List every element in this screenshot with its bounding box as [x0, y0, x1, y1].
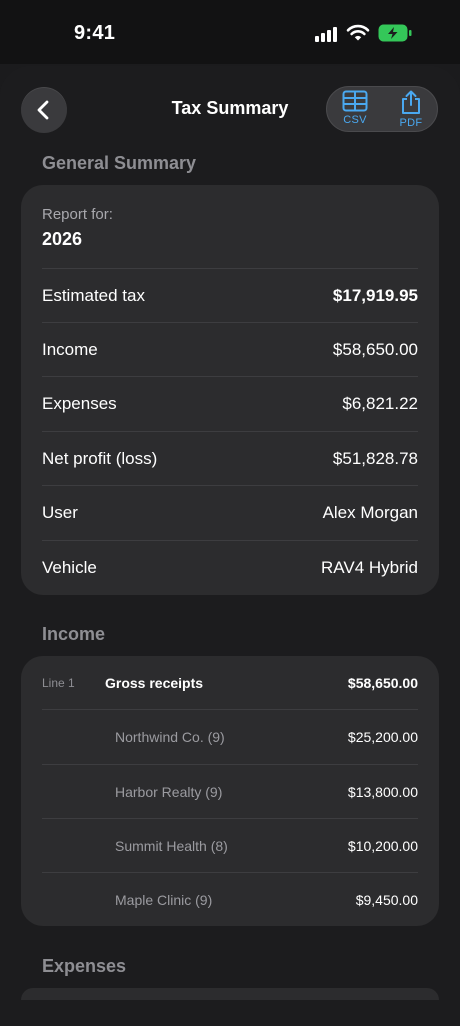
income-line-value: $58,650.00	[347, 675, 418, 691]
summary-row-estimated-tax: Estimated tax $17,919.95	[42, 268, 418, 322]
summary-row-value: $6,821.22	[342, 394, 418, 413]
export-csv-label: CSV	[343, 114, 367, 126]
income-source-label: Northwind Co. (9)	[115, 729, 225, 745]
expenses-heading: Expenses	[42, 956, 127, 976]
summary-row-net-profit: Net profit (loss) $51,828.78	[42, 431, 418, 485]
table-icon	[327, 90, 383, 117]
summary-row-value: RAV4 Hybrid	[321, 558, 418, 577]
income-source-label: Maple Clinic (9)	[115, 892, 213, 908]
general-summary-card: Report for: 2026 Estimated tax $17,919.9…	[21, 185, 439, 595]
export-pdf-label: PDF	[399, 117, 423, 129]
wifi-icon	[346, 24, 370, 42]
summary-row-value: $51,828.78	[332, 449, 418, 468]
income-source-row[interactable]: Harbor Realty (9) $13,800.00	[42, 764, 418, 818]
income-source-value: $25,200.00	[347, 729, 418, 745]
summary-row-value: Alex Morgan	[322, 503, 418, 522]
summary-row-income: Income $58,650.00	[42, 322, 418, 376]
summary-row-vehicle: Vehicle RAV4 Hybrid	[42, 540, 418, 594]
income-heading: Income	[42, 624, 106, 644]
summary-row-expenses: Expenses $6,821.22	[42, 376, 418, 430]
line-number: Line 1	[42, 676, 75, 690]
export-pdf-button[interactable]: PDF	[383, 87, 439, 133]
report-for-label: Report for:	[42, 206, 113, 223]
income-source-row[interactable]: Northwind Co. (9) $25,200.00	[42, 709, 418, 763]
income-card: Line 1 Gross receipts $58,650.00 Northwi…	[21, 656, 439, 926]
income-source-row[interactable]: Summit Health (8) $10,200.00	[42, 818, 418, 872]
income-source-label: Harbor Realty (9)	[115, 784, 223, 800]
cellular-signal-icon	[315, 27, 339, 42]
status-time: 9:41	[74, 22, 116, 44]
income-source-value: $9,450.00	[355, 892, 418, 908]
summary-row-label: User	[42, 503, 78, 522]
summary-row-user: User Alex Morgan	[42, 485, 418, 539]
status-bar: 9:41	[0, 0, 460, 64]
expenses-card	[21, 988, 439, 1000]
income-line-gross-receipts[interactable]: Line 1 Gross receipts $58,650.00	[42, 656, 418, 710]
income-source-label: Summit Health (8)	[115, 838, 228, 854]
battery-charging-icon	[378, 24, 412, 42]
export-csv-button[interactable]: CSV	[327, 87, 383, 133]
income-line-label: Gross receipts	[105, 675, 204, 691]
summary-row-value: $58,650.00	[332, 340, 418, 359]
summary-row-label: Expenses	[42, 394, 117, 413]
summary-row-label: Income	[42, 340, 98, 359]
summary-row-label: Vehicle	[42, 558, 97, 577]
summary-row-value: $17,919.95	[332, 286, 418, 305]
income-source-value: $13,800.00	[347, 784, 418, 800]
summary-row-label: Net profit (loss)	[42, 449, 158, 468]
general-summary-heading: General Summary	[42, 153, 197, 173]
summary-row-label: Estimated tax	[42, 286, 145, 305]
export-button-group: CSV PDF	[326, 86, 438, 132]
report-year: 2026	[42, 229, 83, 249]
income-source-value: $10,200.00	[347, 838, 418, 854]
income-source-row[interactable]: Maple Clinic (9) $9,450.00	[42, 872, 418, 926]
